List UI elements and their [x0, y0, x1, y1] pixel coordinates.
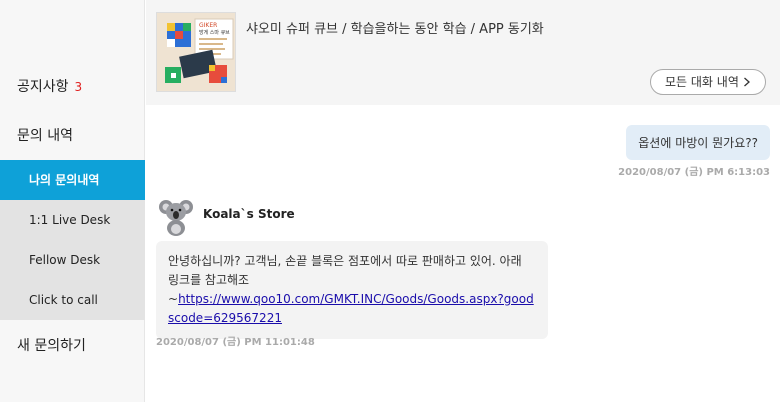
- chevron-right-icon: [743, 77, 750, 87]
- store-goods-link[interactable]: https://www.qoo10.com/GMKT.INC/Goods/Goo…: [168, 292, 534, 325]
- submenu-item-live-desk[interactable]: 1:1 Live Desk: [0, 200, 145, 240]
- store-link-prefix: ~: [168, 292, 179, 306]
- notice-label: 공지사항: [17, 79, 69, 95]
- user-message-bubble: 옵션에 마방이 뭔가요??: [626, 125, 770, 160]
- chat-thread: 옵션에 마방이 뭔가요?? 2020/08/07 (금) PM 6:13:03 …: [146, 105, 780, 402]
- product-header: GIKER 방게 스마 큐브 샤오미 슈퍼 큐브 / 학습을하는 동안 학습 /…: [146, 0, 780, 105]
- koala-avatar-icon: [159, 200, 193, 236]
- all-chats-button[interactable]: 모든 대화 내역: [650, 69, 766, 95]
- product-title[interactable]: 샤오미 슈퍼 큐브 / 학습을하는 동안 학습 / APP 동기화: [246, 18, 544, 37]
- thumb-caption-text: 방게 스마 큐브: [199, 29, 230, 36]
- store-message-bubble: 안녕하십니까? 고객님, 손끝 블록은 점포에서 따로 판매하고 있어. 아래 …: [156, 241, 548, 339]
- user-message-timestamp: 2020/08/07 (금) PM 6:13:03: [618, 167, 770, 178]
- product-image: GIKER 방게 스마 큐브: [157, 13, 235, 91]
- product-thumbnail[interactable]: GIKER 방게 스마 큐브: [156, 12, 236, 92]
- submenu-item-my-inquiries[interactable]: 나의 문의내역: [0, 160, 145, 200]
- sidebar-item-inquiry-history[interactable]: 문의 내역: [17, 125, 73, 145]
- notice-count-badge: 3: [74, 80, 83, 94]
- sidebar-item-new-inquiry[interactable]: 새 문의하기: [17, 335, 86, 355]
- inquiry-submenu: 나의 문의내역 1:1 Live Desk Fellow Desk Click …: [0, 160, 145, 320]
- store-name: Koala`s Store: [203, 207, 295, 221]
- all-chats-label: 모든 대화 내역: [665, 75, 739, 89]
- submenu-item-fellow-desk[interactable]: Fellow Desk: [0, 240, 145, 280]
- submenu-item-click-to-call[interactable]: Click to call: [0, 280, 145, 320]
- thumb-brand-text: GIKER: [199, 22, 217, 29]
- sidebar: 공지사항 3 문의 내역 나의 문의내역 1:1 Live Desk Fellow…: [0, 0, 145, 402]
- store-message-text: 안녕하십니까? 고객님, 손끝 블록은 점포에서 따로 판매하고 있어. 아래 …: [168, 254, 522, 287]
- store-message-timestamp: 2020/08/07 (금) PM 11:01:48: [156, 337, 315, 348]
- sidebar-item-notice[interactable]: 공지사항 3: [17, 76, 82, 96]
